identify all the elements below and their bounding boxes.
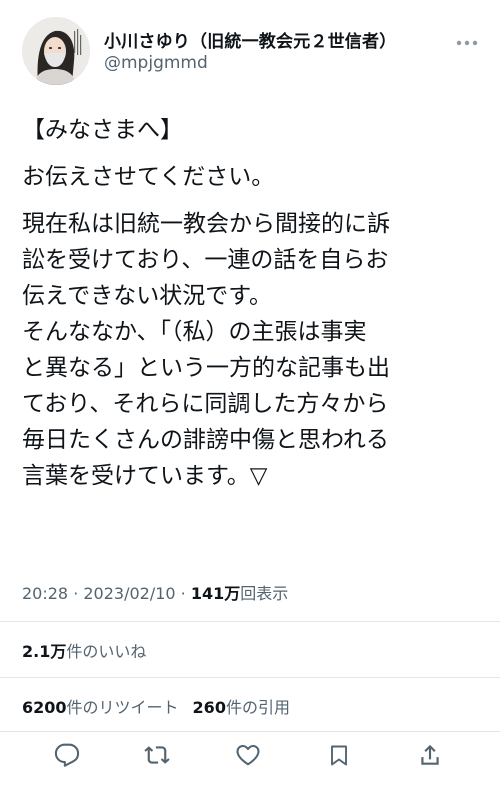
tweet-text: 【みなさまへ】 お伝えさせてください。 現在私は旧統一教会から間接的に訴 訟を受… bbox=[22, 112, 482, 494]
reply-icon bbox=[54, 743, 80, 767]
retweets-label: 件のリツイート bbox=[66, 698, 179, 717]
retweets-stat[interactable]: 6200件のリツイート bbox=[22, 698, 179, 717]
bookmark-icon bbox=[331, 745, 347, 766]
heart-icon bbox=[236, 744, 260, 766]
views-label: 回表示 bbox=[240, 584, 289, 603]
share-button[interactable] bbox=[410, 735, 450, 775]
meta-separator: · bbox=[68, 584, 84, 603]
tweet-paragraph-main: 現在私は旧統一教会から間接的に訴 訟を受けており、一連の話を自らお 伝えできない… bbox=[22, 211, 390, 489]
retweet-button[interactable] bbox=[137, 735, 177, 775]
profile-photo-icon bbox=[22, 17, 90, 85]
author-display-name[interactable]: 小川さゆり（旧統一教会元２世信者） bbox=[104, 27, 396, 52]
divider bbox=[0, 677, 500, 678]
likes-label: 件のいいね bbox=[66, 642, 147, 661]
tweet-header: 小川さゆり（旧統一教会元２世信者） @mpjgmmd bbox=[0, 0, 500, 100]
retweet-icon bbox=[144, 746, 170, 764]
meta-separator: · bbox=[175, 584, 191, 603]
tweet-meta: 20:28 · 2023/02/10 · 141万回表示 bbox=[22, 580, 288, 604]
divider bbox=[0, 621, 500, 622]
quotes-label: 件の引用 bbox=[225, 698, 290, 717]
author-handle[interactable]: @mpjgmmd bbox=[104, 53, 208, 73]
divider bbox=[0, 731, 500, 732]
views-count: 141万 bbox=[190, 584, 241, 603]
like-button[interactable] bbox=[228, 735, 268, 775]
tweet-heading: 【みなさまへ】 bbox=[22, 117, 183, 143]
tweet-date[interactable]: 2023/02/10 bbox=[83, 584, 175, 603]
more-options-icon[interactable] bbox=[456, 33, 478, 46]
quotes-stat[interactable]: 260件の引用 bbox=[193, 698, 290, 717]
retweets-count: 6200 bbox=[22, 698, 67, 717]
tweet-time[interactable]: 20:28 bbox=[22, 584, 68, 603]
retweet-quote-stats: 6200件のリツイート 260件の引用 bbox=[22, 694, 290, 718]
share-icon bbox=[421, 744, 439, 765]
bookmark-button[interactable] bbox=[319, 735, 359, 775]
tweet-paragraph-intro: お伝えさせてください。 bbox=[22, 164, 275, 190]
reply-button[interactable] bbox=[47, 735, 87, 775]
quotes-count: 260 bbox=[192, 698, 226, 717]
avatar[interactable] bbox=[22, 17, 90, 85]
likes-stat[interactable]: 2.1万件のいいね bbox=[22, 638, 146, 662]
likes-count: 2.1万 bbox=[22, 642, 67, 661]
action-bar bbox=[0, 735, 500, 783]
